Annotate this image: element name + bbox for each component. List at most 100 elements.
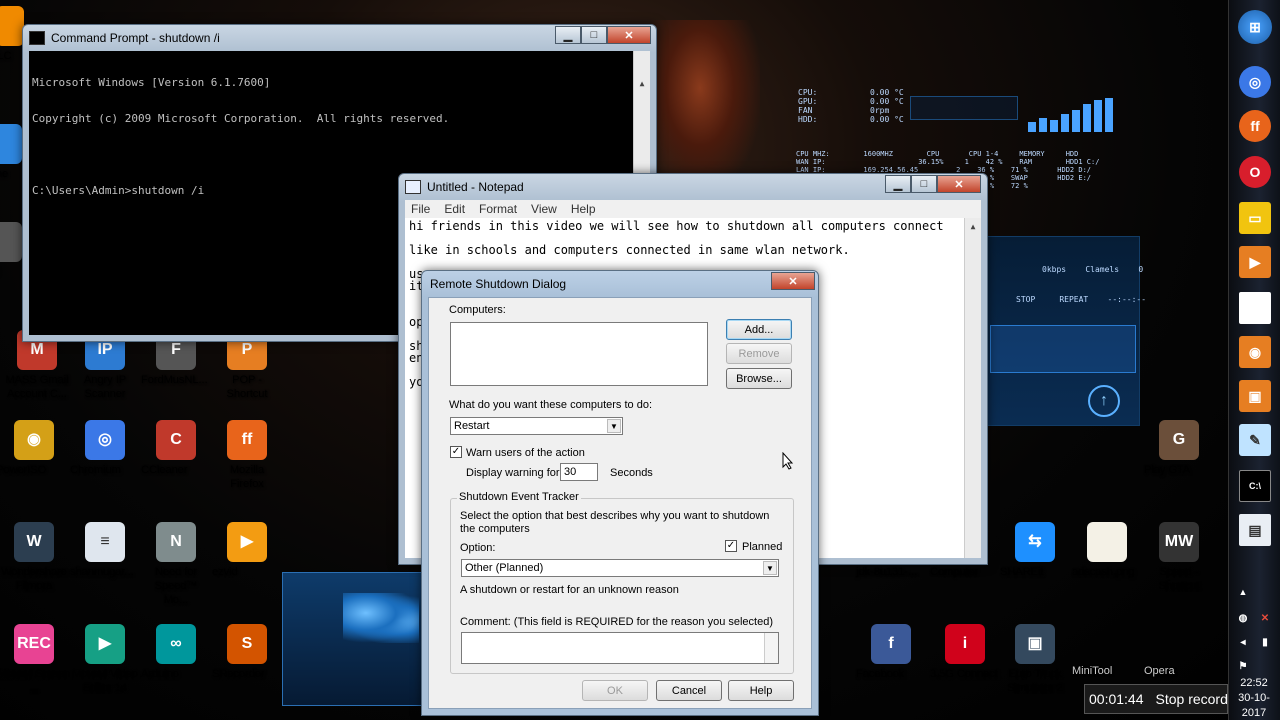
media-player-icon[interactable]: ▶ <box>1239 246 1271 278</box>
option-select[interactable]: Other (Planned) ▼ <box>461 559 779 577</box>
desktop-icon-facebook[interactable]: f Facebook <box>856 624 926 680</box>
browse-button[interactable]: Browse... <box>726 368 792 389</box>
tray-expand-icon[interactable]: ▲ <box>1235 584 1251 600</box>
notepad-minimize-button[interactable]: ▁ <box>885 175 911 193</box>
dialog-titlebar[interactable]: Remote Shutdown Dialog <box>422 271 818 297</box>
cmd-close-button[interactable]: ✕ <box>607 26 651 44</box>
notepad-menubar: File Edit Format View Help <box>405 200 981 218</box>
cancel-button[interactable]: Cancel <box>656 680 722 701</box>
chevron-down-icon: ▼ <box>607 419 621 433</box>
planned-label: Planned <box>742 541 783 553</box>
dialog-title: Remote Shutdown Dialog <box>430 277 567 291</box>
desktop-icon-arduino[interactable]: ∞ Arduino <box>141 624 211 680</box>
app-icon: i <box>945 624 985 664</box>
action-value: Restart <box>454 420 490 432</box>
seconds-label: Seconds <box>610 467 653 479</box>
start-button[interactable]: ⊞ <box>1238 10 1272 44</box>
app-icon: W <box>14 522 54 562</box>
comment-scrollbar[interactable] <box>764 633 778 663</box>
cmd-icon <box>29 31 45 45</box>
power-icon[interactable]: ✕ <box>1257 610 1273 626</box>
folder-icon[interactable]: ▭ <box>1239 202 1271 234</box>
notepad-title: Untitled - Notepad <box>427 180 524 194</box>
scroll-up-icon[interactable]: ▲ <box>634 75 650 92</box>
camera-icon[interactable]: ▣ <box>1239 380 1271 412</box>
ok-button[interactable]: OK <box>582 680 648 701</box>
menu-edit[interactable]: Edit <box>444 202 465 216</box>
add-button[interactable]: Add... <box>726 319 792 340</box>
firefox-icon[interactable]: ff <box>1239 110 1271 142</box>
help-button[interactable]: Help <box>728 680 794 701</box>
document-icon[interactable] <box>1239 292 1271 324</box>
warn-checkbox[interactable]: ✓ <box>450 446 462 458</box>
upload-icon[interactable]: ↑ <box>1088 385 1120 417</box>
desktop-icon-movavi-video-editor-14[interactable]: ▶ Movavi Video Editor 14 <box>70 624 140 694</box>
desktop-icon-poweriso[interactable]: ◉ PowerISO <box>0 420 72 476</box>
cmd-title: Command Prompt - shutdown /i <box>51 31 220 45</box>
menu-file[interactable]: File <box>411 202 430 216</box>
cmd-minimize-button[interactable]: ▁ <box>555 26 581 44</box>
desktop-icon-srecorder[interactable]: S SRecorder <box>212 624 282 680</box>
comment-textarea[interactable] <box>461 632 779 664</box>
desktop-icon-chromium[interactable]: ◎ Chromium <box>70 420 140 476</box>
taskbar: ⊞ ◎ ff O ▭ ▶ ◉ ▣ ✎ C:\ ▤ ▲ ◍ ◂ ⚑ ✕ ▮ <box>1228 0 1280 720</box>
recording-widget[interactable]: 00:01:44 Stop record <box>1084 684 1228 714</box>
notepad-scrollbar[interactable]: ▲ <box>964 218 981 558</box>
battery-icon[interactable]: ▮ <box>1257 634 1273 650</box>
desktop-icon-ezvid[interactable]: ▶ ezvid <box>212 522 282 578</box>
app-icon: ▶ <box>85 624 125 664</box>
menu-format[interactable]: Format <box>479 202 517 216</box>
network-icon[interactable]: ◍ <box>1235 610 1251 626</box>
desktop-icon-euro-truck-simulator-2[interactable]: ▣ Euro Truck Simulator 2 <box>1000 624 1070 694</box>
desktop-icon-3-5g-connect[interactable]: i 3.5G Connect <box>930 624 1000 680</box>
computers-list[interactable] <box>450 322 708 386</box>
menu-view[interactable]: View <box>531 202 557 216</box>
display-warning-label: Display warning for <box>466 467 560 479</box>
notepad-maximize-button[interactable]: □ <box>911 175 937 193</box>
desktop-icon-label: Chromium <box>70 464 121 476</box>
stop-record-button[interactable]: Stop record <box>1156 691 1228 707</box>
cmd-taskbar-icon[interactable]: C:\ <box>1239 470 1271 502</box>
desktop-icon-shanmugar[interactable]: ≡ shanmugar... <box>70 522 140 578</box>
scroll-up-icon[interactable]: ▲ <box>965 218 981 235</box>
chevron-down-icon: ▼ <box>763 561 777 575</box>
clock-time: 22:52 <box>1240 677 1268 689</box>
recorder-icon[interactable]: ◉ <box>1239 336 1271 368</box>
dialog-taskbar-icon[interactable]: ▤ <box>1239 514 1271 546</box>
system-clock[interactable]: 22:52 30-10-2017 <box>1228 676 1280 720</box>
volume-icon[interactable]: ◂ <box>1235 634 1251 650</box>
cmd-maximize-button[interactable]: □ <box>581 26 607 44</box>
action-select[interactable]: Restart ▼ <box>450 417 623 435</box>
menu-help[interactable]: Help <box>571 202 596 216</box>
flag-icon[interactable]: ⚑ <box>1235 658 1251 674</box>
notepad-taskbar-icon[interactable]: ✎ <box>1239 424 1271 456</box>
warning-seconds-input[interactable]: 30 <box>560 463 598 481</box>
planned-checkbox[interactable]: ✓ <box>725 540 737 552</box>
app-icon: G <box>1159 420 1199 460</box>
remove-button[interactable]: Remove <box>726 343 792 364</box>
chromium-icon[interactable]: ◎ <box>1239 66 1271 98</box>
desktop-icon-play-gta[interactable]: G Play GTA <box>1144 420 1214 476</box>
desktop-icon-shareit[interactable]: ⇆ SHAREit <box>1000 522 1070 578</box>
remote-shutdown-dialog[interactable]: Remote Shutdown Dialog ✕ Computers: Add.… <box>421 270 819 716</box>
opera-icon[interactable]: O <box>1239 156 1271 188</box>
app-icon <box>1087 522 1127 562</box>
desktop-icon-speed-shortcut[interactable]: MW Speed - Shortcut <box>1144 522 1214 592</box>
app-icon: REC <box>14 624 54 664</box>
vlc-icon <box>0 6 24 46</box>
desktop-icon-mozilla-firefox[interactable]: ff Mozilla Firefox <box>212 420 282 490</box>
dialog-close-button[interactable]: ✕ <box>771 272 815 290</box>
desktop-icon-movavi-screen[interactable]: REC Movavi Screen ... <box>0 624 72 694</box>
notepad-close-button[interactable]: ✕ <box>937 175 981 193</box>
desktop-icon-need-for-speed-mo[interactable]: N Need for Speed™ Mo... <box>141 522 211 606</box>
notepad-line: hi friends in this video we will see how… <box>409 219 944 233</box>
warn-label: Warn users of the action <box>466 447 585 459</box>
hud-graph <box>990 325 1136 373</box>
app-icon: f <box>871 624 911 664</box>
desktop-icon-wondershare-filmora[interactable]: W Wondershare Filmora <box>0 522 72 592</box>
cmd-line: Copyright (c) 2009 Microsoft Corporation… <box>32 112 450 125</box>
desktop-icon-label: SRecorder <box>212 668 265 680</box>
desktop-icon-adscash-png[interactable]: adscash.png <box>1072 522 1142 578</box>
hud-media-panel: 0kbps Clamels 0 STOP REPEAT --:--:-- ↑ <box>985 236 1146 426</box>
desktop-icon-ccleaner[interactable]: C CCleaner <box>141 420 211 476</box>
